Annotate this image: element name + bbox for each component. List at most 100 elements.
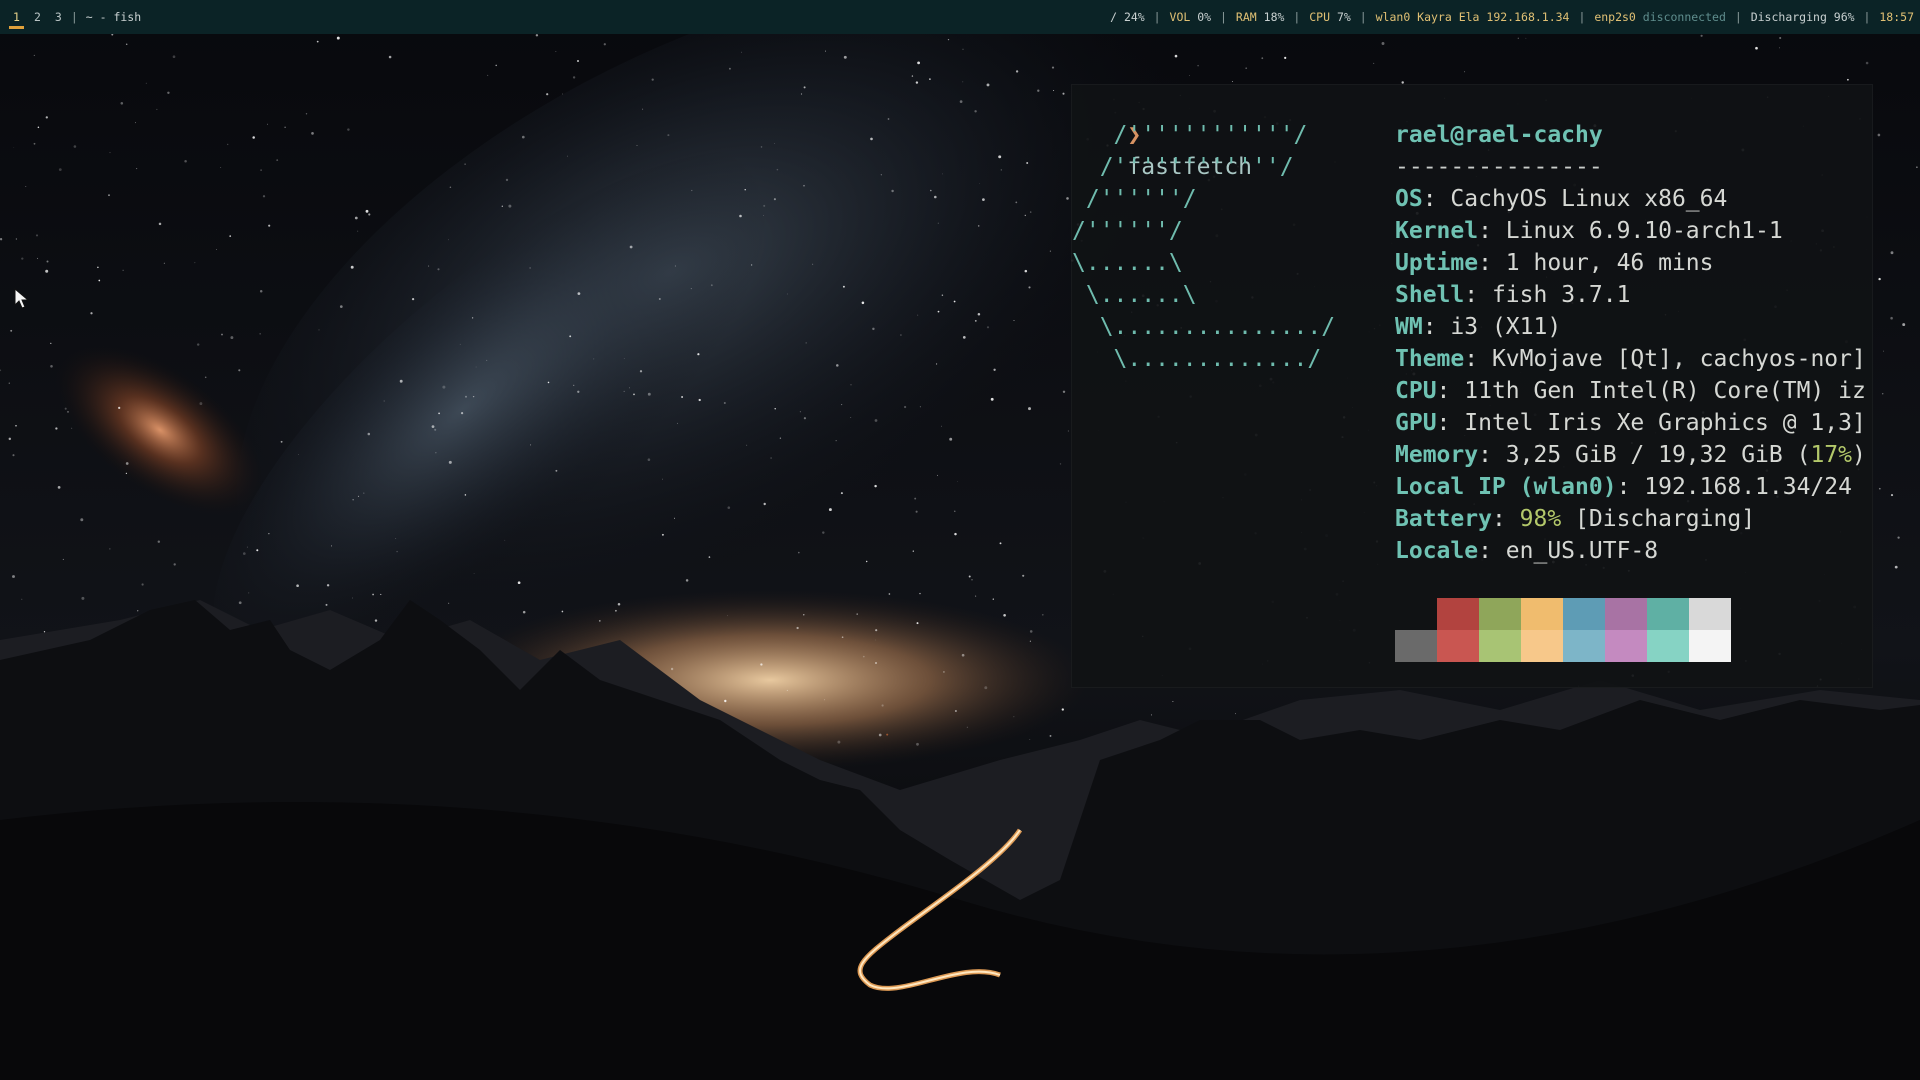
star <box>521 135 525 139</box>
star <box>25 186 27 187</box>
star <box>1517 37 1519 39</box>
star <box>878 733 882 737</box>
star <box>58 168 62 171</box>
star <box>572 76 576 79</box>
info-row: Uptime: 1 hour, 46 mins <box>1395 250 1714 276</box>
star <box>691 189 693 192</box>
terminal-window[interactable]: ❯ fastfetch /''''''''''''/ /''''''''''''… <box>1071 84 1873 688</box>
star <box>438 412 440 415</box>
star <box>903 405 907 409</box>
star <box>698 398 701 402</box>
star <box>947 38 950 41</box>
star <box>779 437 782 439</box>
star <box>1061 708 1064 711</box>
star <box>956 481 958 483</box>
star <box>37 126 40 129</box>
info-row: Theme: KvMojave [Qt], cachyos-nor] <box>1395 346 1866 372</box>
star <box>825 50 826 52</box>
star <box>268 224 271 227</box>
star <box>62 558 64 560</box>
info-separator: --------------- <box>1395 154 1603 180</box>
info-suffix: [Discharging] <box>1561 506 1756 532</box>
star <box>1015 201 1018 204</box>
star <box>167 91 170 95</box>
star <box>1847 78 1849 81</box>
star <box>448 239 450 241</box>
star <box>173 563 176 566</box>
workspace-button-2[interactable]: 2 <box>27 0 48 34</box>
info-highlight: 17% <box>1810 442 1852 468</box>
star <box>875 662 877 664</box>
star <box>875 629 878 632</box>
star <box>941 294 944 296</box>
star <box>874 419 878 422</box>
palette-swatch <box>1395 598 1437 630</box>
star <box>196 343 200 346</box>
star <box>774 143 775 144</box>
star <box>268 533 270 535</box>
star <box>936 363 938 365</box>
star <box>835 440 837 442</box>
star <box>64 407 67 410</box>
star <box>1189 75 1191 77</box>
star <box>109 548 111 550</box>
workspace-button-3[interactable]: 3 <box>48 0 69 34</box>
star <box>1381 42 1385 45</box>
star <box>465 395 467 398</box>
star <box>966 726 968 728</box>
star <box>230 336 234 340</box>
star <box>727 615 728 617</box>
star <box>246 546 248 548</box>
star <box>35 234 39 237</box>
star <box>449 186 452 188</box>
star <box>962 48 964 50</box>
star <box>770 457 772 459</box>
star <box>828 508 832 512</box>
star <box>435 452 437 454</box>
star <box>325 603 328 606</box>
star <box>1878 487 1881 490</box>
star <box>15 238 17 240</box>
info-key: Shell <box>1395 282 1465 308</box>
star <box>937 222 939 224</box>
info-row: Local IP (wlan0): 192.168.1.34/24 <box>1395 474 1852 500</box>
star <box>227 143 229 146</box>
star <box>914 497 917 500</box>
star <box>141 583 144 586</box>
star <box>954 532 957 536</box>
star <box>215 248 217 250</box>
info-value: fish 3.7.1 <box>1491 282 1631 308</box>
star <box>442 385 446 389</box>
star <box>45 269 49 273</box>
star <box>968 575 971 578</box>
star <box>962 81 964 83</box>
star <box>125 43 128 45</box>
star <box>380 593 382 595</box>
star <box>803 417 807 420</box>
star <box>311 132 314 135</box>
star <box>464 494 467 496</box>
logo-line: \......\ <box>1072 250 1183 276</box>
star <box>1022 574 1025 577</box>
star <box>1029 739 1031 740</box>
workspace-button-1[interactable]: 1 <box>6 0 27 34</box>
star <box>517 581 521 585</box>
star <box>639 370 643 373</box>
star <box>636 144 638 146</box>
star <box>1024 214 1027 217</box>
star <box>336 36 340 40</box>
star <box>681 396 684 398</box>
star <box>763 502 766 506</box>
cpu-label: CPU <box>1309 10 1331 24</box>
star <box>242 552 246 555</box>
star <box>1894 565 1898 569</box>
star <box>1878 277 1881 281</box>
star <box>276 159 279 161</box>
star <box>55 427 58 430</box>
star <box>577 292 581 295</box>
star <box>1231 81 1233 82</box>
info-row: CPU: 11th Gen Intel(R) Core(TM) iz <box>1395 378 1866 404</box>
star <box>803 614 805 616</box>
star <box>911 75 914 77</box>
wlan-status: wlan0 Kayra Ela 192.168.1.34 <box>1375 10 1570 24</box>
